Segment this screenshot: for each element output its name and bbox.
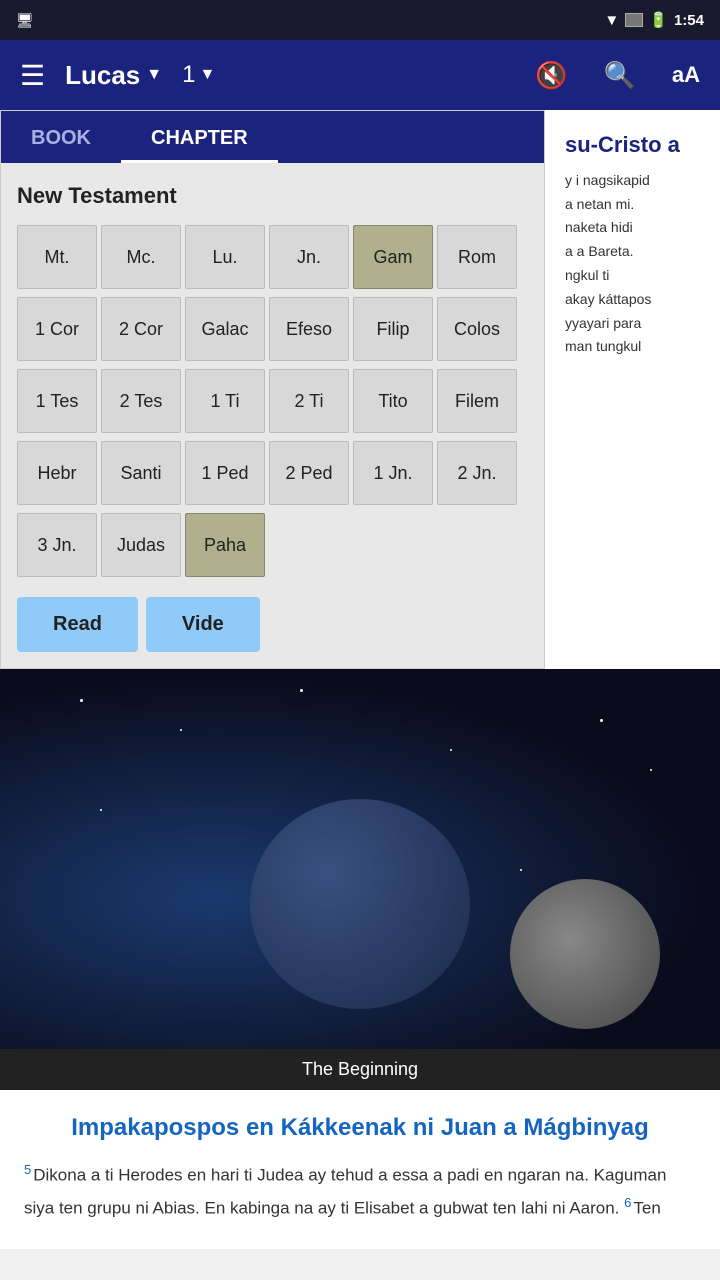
book-cell-1cor[interactable]: 1 Cor [17, 297, 97, 361]
verse-number-5: 5 [24, 1162, 31, 1177]
content-top: su-Cristo a y i nagsikapid a netan mi. n… [545, 110, 720, 369]
section-title: New Testament [17, 183, 528, 209]
status-left: 🖥 [16, 12, 34, 29]
star [180, 729, 182, 731]
content-partial-text: y i nagsikapid a netan mi. naketa hidi a… [565, 169, 700, 359]
chapter-dropdown-icon: ▼ [199, 66, 215, 84]
book-cell-tito[interactable]: Tito [353, 369, 433, 433]
planet-earth [250, 799, 470, 1009]
hamburger-menu-icon[interactable]: ☰ [20, 59, 45, 92]
book-grid-row5: 3 Jn. Judas Paha [17, 513, 528, 577]
book-cell-1jn[interactable]: 1 Jn. [353, 441, 433, 505]
book-cell-1tes[interactable]: 1 Tes [17, 369, 97, 433]
video-area[interactable] [0, 669, 720, 1049]
book-grid-row2: 1 Cor 2 Cor Galac Efeso Filip Colos [17, 297, 528, 361]
tab-chapter[interactable]: CHAPTER [121, 117, 278, 163]
book-cell-judas[interactable]: Judas [101, 513, 181, 577]
font-size-icon[interactable]: aA [672, 62, 700, 88]
book-cell-hebr[interactable]: Hebr [17, 441, 97, 505]
star [520, 869, 522, 871]
book-cell-mc[interactable]: Mc. [101, 225, 181, 289]
book-cell-3jn[interactable]: 3 Jn. [17, 513, 97, 577]
book-grid-row4: Hebr Santi 1 Ped 2 Ped 1 Jn. 2 Jn. [17, 441, 528, 505]
star [300, 689, 303, 692]
book-cell-filem[interactable]: Filem [437, 369, 517, 433]
book-cell-colos[interactable]: Colos [437, 297, 517, 361]
book-cell-galac[interactable]: Galac [185, 297, 265, 361]
verse-text-6: Ten [633, 1199, 660, 1218]
speaker-icon[interactable]: 🔇 [535, 60, 567, 91]
lower-content: Impakapospos en Kákkeenak ni Juan a Mágb… [0, 1090, 720, 1249]
verse-body: 5Dikona a ti Herodes en hari ti Judea ay… [24, 1158, 696, 1225]
book-cell-1ped[interactable]: 1 Ped [185, 441, 265, 505]
book-cell-2ped[interactable]: 2 Ped [269, 441, 349, 505]
book-cell-jn[interactable]: Jn. [269, 225, 349, 289]
status-right: ▼ 🔋 1:54 [604, 11, 704, 29]
book-cell-1ti[interactable]: 1 Ti [185, 369, 265, 433]
content-area: BOOK CHAPTER New Testament Mt. Mc. [0, 110, 720, 1249]
book-cell-2cor[interactable]: 2 Cor [101, 297, 181, 361]
dropdown-panel: BOOK CHAPTER New Testament Mt. Mc. [0, 110, 545, 669]
book-grid-row3: 1 Tes 2 Tes 1 Ti 2 Ti Tito Filem [17, 369, 528, 433]
chapter-selector[interactable]: 1 ▼ [182, 61, 215, 89]
book-selector[interactable]: Lucas ▼ [65, 60, 162, 91]
verse-text-5: Dikona a ti Herodes en hari ti Judea ay … [24, 1166, 666, 1218]
wifi-icon: ▼ [604, 12, 619, 29]
book-cell-2tes[interactable]: 2 Tes [101, 369, 181, 433]
book-cell-2ti[interactable]: 2 Ti [269, 369, 349, 433]
right-content-panel: su-Cristo a y i nagsikapid a netan mi. n… [545, 110, 720, 669]
action-buttons: Read Vide [17, 597, 528, 652]
signal-block-icon [625, 13, 643, 27]
book-cell-filip[interactable]: Filip [353, 297, 433, 361]
time-display: 1:54 [674, 12, 704, 29]
content-partial-heading: su-Cristo a [565, 130, 700, 161]
star [650, 769, 652, 771]
star [80, 699, 83, 702]
tab-row: BOOK CHAPTER [1, 111, 544, 163]
tab-book[interactable]: BOOK [1, 117, 121, 163]
video-caption-bar: The Beginning [0, 1049, 720, 1090]
book-grid-row1: Mt. Mc. Lu. Jn. Gam Rom [17, 225, 528, 289]
book-cell-lu[interactable]: Lu. [185, 225, 265, 289]
book-title-dropdown-icon: ▼ [146, 66, 162, 84]
verse-number-6: 6 [624, 1195, 631, 1210]
screen-icon: 🖥 [16, 12, 34, 29]
status-bar: 🖥 ▼ 🔋 1:54 [0, 0, 720, 40]
book-cell-paha[interactable]: Paha [185, 513, 265, 577]
nav-bar: ☰ Lucas ▼ 1 ▼ 🔇 🔍 aA [0, 40, 720, 110]
star [600, 719, 603, 722]
panel-content: New Testament Mt. Mc. Lu. Jn. Gam Rom [1, 163, 544, 668]
video-caption-text: The Beginning [302, 1059, 418, 1079]
left-panel: BOOK CHAPTER New Testament Mt. Mc. [0, 110, 545, 669]
book-title-label: Lucas [65, 60, 140, 91]
search-icon[interactable]: 🔍 [604, 60, 636, 91]
chapter-number-label: 1 [182, 61, 195, 89]
book-cell-santi[interactable]: Santi [101, 441, 181, 505]
lower-heading: Impakapospos en Kákkeenak ni Juan a Mágb… [24, 1114, 696, 1142]
book-cell-gam[interactable]: Gam [353, 225, 433, 289]
read-button[interactable]: Read [17, 597, 138, 652]
book-cell-efeso[interactable]: Efeso [269, 297, 349, 361]
planet-moon [510, 879, 660, 1029]
star [450, 749, 452, 751]
page-wrapper: 🖥 ▼ 🔋 1:54 ☰ Lucas ▼ 1 ▼ 🔇 🔍 aA [0, 0, 720, 1249]
battery-icon: 🔋 [649, 11, 668, 29]
book-cell-rom[interactable]: Rom [437, 225, 517, 289]
space-background [0, 669, 720, 1049]
split-content: BOOK CHAPTER New Testament Mt. Mc. [0, 110, 720, 669]
book-cell-mt[interactable]: Mt. [17, 225, 97, 289]
video-button[interactable]: Vide [146, 597, 260, 652]
book-cell-2jn[interactable]: 2 Jn. [437, 441, 517, 505]
star [100, 809, 102, 811]
